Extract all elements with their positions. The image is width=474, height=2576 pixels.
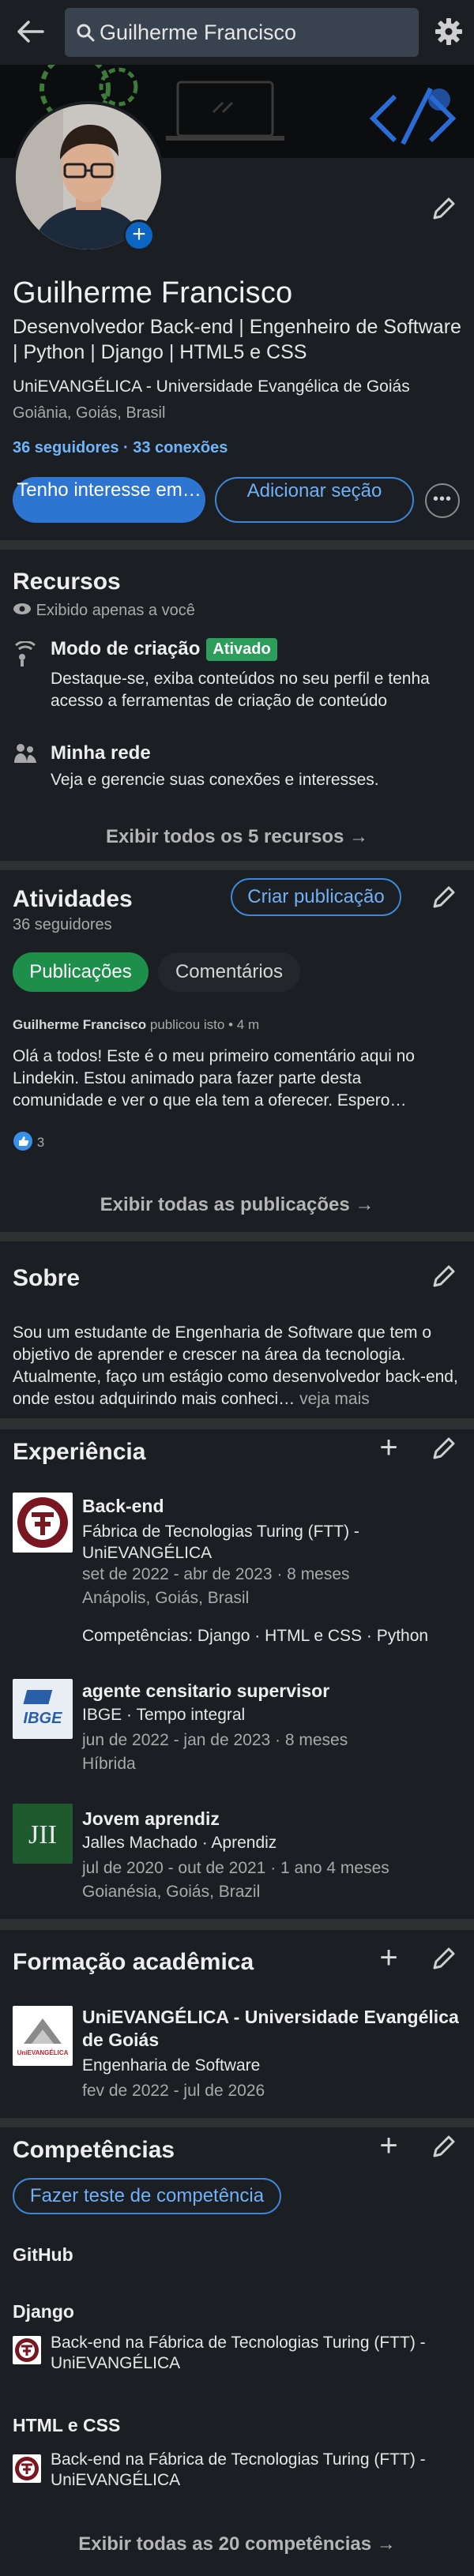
search-input[interactable]: Guilherme Francisco — [65, 8, 419, 57]
top-bar: Guilherme Francisco — [0, 0, 474, 65]
exp-dates: jul de 2020 - out de 2021 · 1 ano 4 mese… — [82, 1859, 389, 1877]
show-all-resources-link[interactable]: Exibir todos os 5 recursos → — [0, 826, 474, 848]
search-value: Guilherme Francisco — [100, 21, 297, 44]
edu-school[interactable]: UniEVANGÉLICA - Universidade Evangélica … — [82, 2006, 461, 2052]
profile-headline: Desenvolvedor Back-end | Engenheiro de S… — [13, 316, 461, 363]
my-network-title[interactable]: Minha rede — [51, 742, 151, 764]
gear-icon[interactable] — [433, 16, 465, 51]
ibge-logo-text: IBGE — [24, 1710, 63, 1727]
skill-source: Back-end na Fábrica de Tecnologias Turin… — [51, 2334, 426, 2372]
see-more-link[interactable]: veja mais — [299, 1390, 370, 1408]
skill-source: Back-end na Fábrica de Tecnologias Turin… — [51, 2450, 426, 2489]
like-icon — [13, 1131, 33, 1155]
eye-icon — [13, 602, 32, 620]
about-text: Sou um estudante de Engenharia de Softwa… — [13, 1322, 463, 1410]
add-education-plus-icon[interactable]: + — [374, 1942, 403, 1973]
activity-title: Atividades — [13, 886, 133, 912]
jalles-logo[interactable]: JII — [13, 1804, 73, 1864]
edit-education-pencil-icon[interactable] — [430, 1944, 458, 1973]
unievangelica-logo-text: UniEVANGÉLICA — [17, 2049, 69, 2056]
visibility-label: Exibido apenas a você — [36, 602, 195, 619]
about-body: Sou um estudante de Engenharia de Softwa… — [13, 1324, 458, 1408]
exp-skills[interactable]: Competências: Django · HTML e CSS · Pyth… — [82, 1627, 428, 1646]
add-photo-button[interactable]: + — [123, 220, 155, 251]
show-all-posts-link[interactable]: Exibir todas as publicações → — [0, 1194, 474, 1216]
exp-company: Fábrica de Tecnologias Turing (FTT) - Un… — [82, 1523, 359, 1562]
profile-school[interactable]: UniEVANGÉLICA - Universidade Evangélica … — [13, 377, 410, 396]
more-options-button[interactable]: ••• — [425, 483, 460, 518]
skills-title: Competências — [13, 2137, 175, 2163]
skill-name[interactable]: HTML e CSS — [13, 2415, 120, 2436]
tab-comments[interactable]: Comentários — [158, 952, 300, 992]
experience-title: Experiência — [13, 1439, 146, 1465]
exp-title[interactable]: Back-end — [82, 1496, 164, 1517]
exp-place: Goianésia, Goiás, Brazil — [82, 1883, 261, 1901]
status-badge: Ativado — [206, 638, 277, 662]
show-all-skills-link[interactable]: Exibir todas as 20 competências → — [0, 2533, 474, 2555]
skill-test-button[interactable]: Fazer teste de competência — [13, 2178, 281, 2214]
exp-company: Jalles Machado · Aprendiz — [82, 1834, 277, 1852]
edit-experience-pencil-icon[interactable] — [430, 1434, 458, 1463]
open-to-button[interactable]: Tenho interesse em… — [13, 477, 205, 523]
turing-small-logo — [13, 2454, 41, 2483]
profile-name: Guilherme Francisco — [13, 276, 293, 310]
reaction-count: 3 — [36, 1134, 45, 1150]
post-text[interactable]: Olá a todos! Este é o meu primeiro comen… — [13, 1046, 452, 1112]
exp-company: IBGE · Tempo integral — [82, 1706, 246, 1724]
divider — [0, 540, 474, 550]
tab-posts[interactable]: Publicações — [13, 952, 149, 992]
people-icon — [13, 741, 38, 770]
unievangelica-logo[interactable]: UniEVANGÉLICA — [13, 2006, 73, 2066]
divider — [0, 1418, 474, 1429]
turing-logo[interactable] — [13, 1493, 73, 1553]
creator-mode-desc: Destaque-se, exiba conteúdos no seu perf… — [51, 670, 430, 710]
create-post-button[interactable]: Criar publicação — [231, 878, 401, 916]
exp-title[interactable]: agente censitario supervisor — [82, 1680, 329, 1702]
profile-location: Goiânia, Goiás, Brasil — [13, 404, 166, 422]
skill-name[interactable]: GitHub — [13, 2244, 73, 2266]
divider — [0, 861, 474, 870]
exp-title[interactable]: Jovem aprendiz — [82, 1808, 220, 1830]
about-title: Sobre — [13, 1265, 81, 1291]
resources-title: Recursos — [13, 569, 121, 595]
search-icon — [77, 24, 95, 42]
exp-place: Anápolis, Goiás, Brasil — [82, 1589, 250, 1607]
resources-visibility: Exibido apenas a você — [13, 602, 195, 620]
edit-about-pencil-icon[interactable] — [430, 1262, 458, 1290]
divider — [0, 1919, 474, 1930]
turing-small-logo — [13, 2336, 41, 2364]
broadcast-icon — [13, 640, 38, 670]
post-author[interactable]: Guilherme Francisco — [13, 1017, 146, 1032]
back-arrow-icon[interactable] — [14, 16, 49, 47]
edit-activity-pencil-icon[interactable] — [430, 883, 458, 911]
add-experience-plus-icon[interactable]: + — [374, 1432, 403, 1463]
post-header: Guilherme Francisco publicou isto • 4 m — [13, 1017, 259, 1033]
post-reactions[interactable]: 3 — [13, 1131, 44, 1155]
activity-followers: 36 seguidores — [13, 916, 112, 933]
add-section-button[interactable]: Adicionar seção — [215, 477, 414, 523]
divider — [0, 2118, 474, 2127]
edu-dates: fev de 2022 - jul de 2026 — [82, 2082, 265, 2100]
my-network-desc: Veja e gerencie suas conexões e interess… — [51, 771, 379, 789]
edit-skills-pencil-icon[interactable] — [430, 2132, 458, 2161]
profile-connections[interactable]: 36 seguidores · 33 conexões — [13, 439, 228, 457]
creator-mode-item[interactable]: Modo de criação Ativado — [51, 638, 277, 662]
education-title: Formação acadêmica — [13, 1949, 254, 1975]
post-meta: publicou isto • 4 m — [149, 1017, 260, 1032]
creator-mode-title: Modo de criação — [51, 638, 201, 659]
ibge-logo[interactable]: IBGE — [13, 1679, 73, 1739]
edit-intro-pencil-icon[interactable] — [430, 194, 461, 226]
add-skill-plus-icon[interactable]: + — [374, 2130, 403, 2161]
exp-dates: set de 2022 - abr de 2023 · 8 meses — [82, 1565, 350, 1583]
divider — [0, 1232, 474, 1241]
skill-name[interactable]: Django — [13, 2301, 74, 2323]
jalles-logo-text: JII — [28, 1820, 57, 1849]
exp-dates: jun de 2022 - jan de 2023 · 8 meses — [82, 1731, 348, 1749]
exp-place: Híbrida — [82, 1755, 136, 1773]
edu-degree: Engenharia de Software — [82, 2056, 261, 2075]
